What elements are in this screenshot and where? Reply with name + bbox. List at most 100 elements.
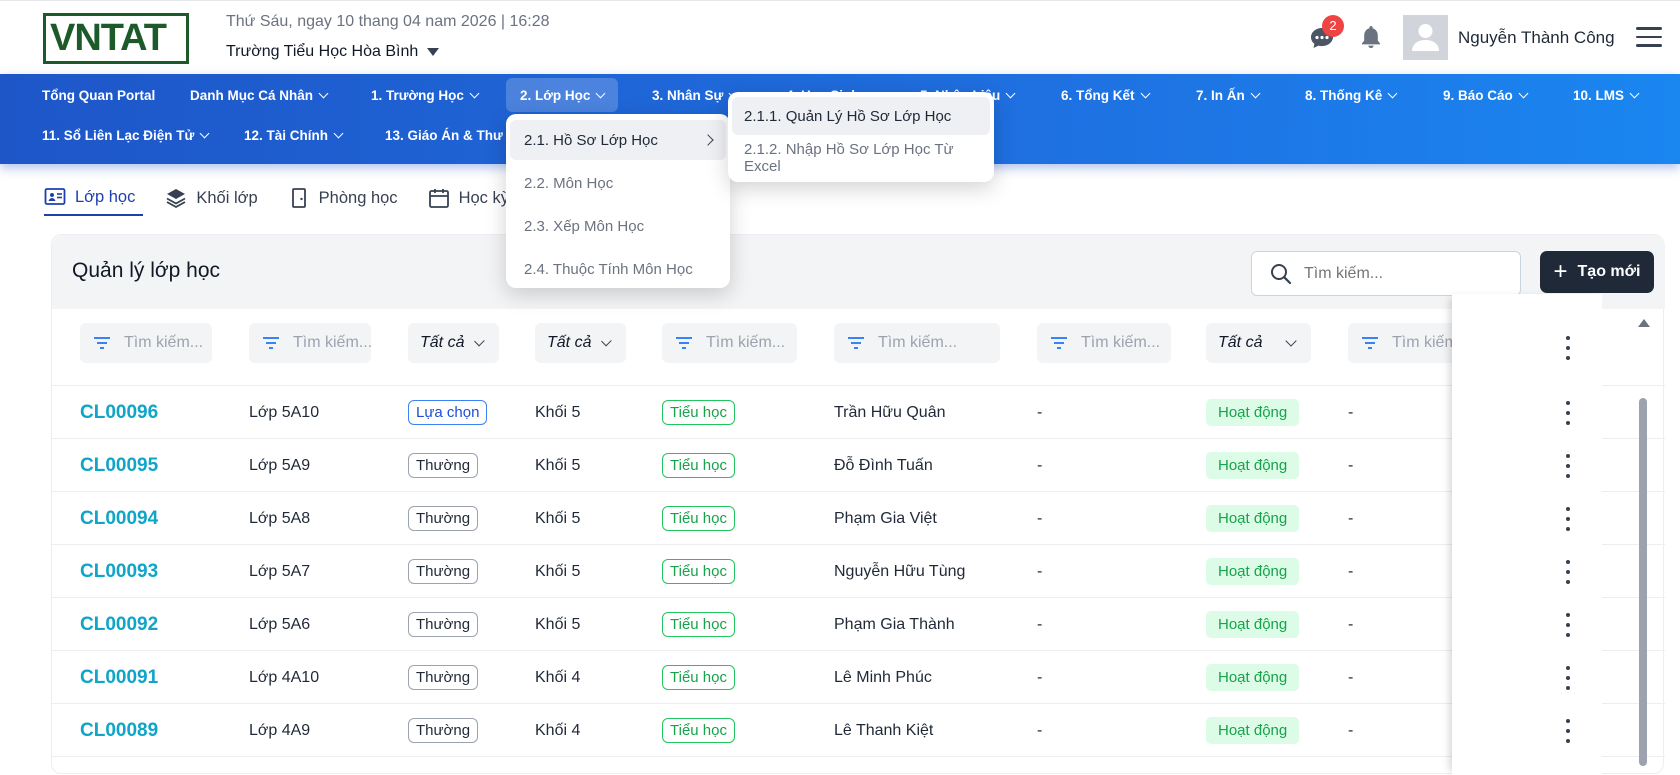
filter-icon (848, 337, 864, 349)
table-cell: Khối 5 (535, 439, 580, 492)
logo[interactable]: VNTAT (43, 13, 189, 64)
nav-item-print[interactable]: 7. In Ấn (1196, 83, 1261, 107)
nav-item-portal[interactable]: Tổng Quan Portal (42, 83, 155, 107)
cell-value: - (1348, 668, 1354, 686)
more-options-icon[interactable] (1563, 666, 1573, 690)
nav-item-school[interactable]: 1. Trường Học (371, 83, 480, 107)
submenu-item-manage-class-records[interactable]: 2.1.1. Quản Lý Hồ Sơ Lớp Học (732, 97, 990, 135)
table-cell: Lựa chọn (408, 386, 488, 439)
scroll-up-arrow-icon[interactable] (1638, 319, 1650, 327)
current-datetime: Thứ Sáu, ngay 10 thang 04 nam 2026 | 16:… (226, 13, 550, 30)
table-cell: Hoạt động (1206, 386, 1300, 439)
filter-placeholder: Tìm kiếm... (124, 334, 204, 351)
nav-item-contact-book[interactable]: 11. Sổ Liên Lạc Điện Tử (42, 123, 210, 147)
notification-count-badge: 2 (1322, 15, 1344, 37)
user-name[interactable]: Nguyễn Thành Công (1458, 28, 1615, 48)
class-grade: Khối 4 (535, 721, 581, 739)
filter-type-select[interactable]: Tất cả (408, 323, 499, 363)
more-options-icon[interactable] (1563, 507, 1573, 531)
tab-grades[interactable]: Khối lớp (165, 180, 265, 216)
tab-rooms[interactable]: Phòng học (288, 180, 406, 216)
tab-label: Khối lớp (196, 188, 258, 207)
filter-code[interactable]: Tìm kiếm... (80, 323, 212, 363)
nav-item-lms[interactable]: 10. LMS (1573, 83, 1640, 107)
table-row: CL00096 Lớp 5A10 Lựa chọn Khối 5 Tiểu học Trầ… (52, 386, 1665, 439)
table-row: CL00092 Lớp 5A6 Thường Khối 5 Tiểu học Phạm G… (52, 598, 1665, 651)
bell-icon[interactable] (1360, 25, 1382, 49)
filter-column-7[interactable]: Tìm kiếm... (1037, 323, 1171, 363)
filter-level[interactable]: Tìm kiếm... (662, 323, 797, 363)
class-type-badge: Thường (408, 612, 479, 637)
class-grade: Khối 5 (535, 562, 581, 580)
filter-teacher[interactable]: Tìm kiếm... (834, 323, 1000, 363)
table-row: CL00094 Lớp 5A8 Thường Khối 5 Tiểu học Phạm G… (52, 492, 1665, 545)
filter-status-select[interactable]: Tất cả (1206, 323, 1311, 363)
scrollbar-thumb[interactable] (1639, 398, 1647, 766)
hamburger-menu-icon[interactable] (1636, 27, 1662, 49)
nav-item-personal[interactable]: Danh Mục Cá Nhân (190, 83, 329, 107)
door-icon (291, 188, 306, 208)
nav-item-finance[interactable]: 12. Tài Chính (244, 123, 344, 147)
nav-item-reports[interactable]: 9. Báo Cáo (1443, 83, 1529, 107)
class-type-badge: Lựa chọn (408, 400, 488, 425)
more-options-icon[interactable] (1563, 454, 1573, 478)
search-box[interactable] (1251, 251, 1521, 296)
table-cell: - (1037, 386, 1042, 439)
filter-name[interactable]: Tìm kiếm... (249, 323, 371, 363)
table-cell: Tiểu học (662, 439, 735, 492)
nav-item-class[interactable]: 2. Lớp Học (506, 78, 619, 112)
table-cell: Lê Minh Phúc (834, 651, 932, 704)
submenu-item-import-class-records[interactable]: 2.1.2. Nhập Hồ Sơ Lớp Học Từ Excel (732, 139, 990, 177)
class-code-link[interactable]: CL00089 (80, 720, 158, 742)
filter-grade-select[interactable]: Tất cả (535, 323, 626, 363)
tab-classes[interactable]: Lớp học (44, 180, 144, 216)
nav-item-summary[interactable]: 6. Tổng Kết (1061, 83, 1150, 107)
class-code-link[interactable]: CL00094 (80, 508, 158, 530)
cell-value: - (1037, 668, 1043, 686)
filter-icon (676, 337, 692, 349)
more-options-icon[interactable] (1563, 719, 1573, 743)
submenu-item-subjects[interactable]: 2.2. Môn Học (510, 163, 726, 203)
more-options-icon[interactable] (1563, 613, 1573, 637)
more-options-icon[interactable] (1563, 401, 1573, 425)
table-cell: CL00094 (80, 492, 158, 545)
school-level-badge: Tiểu học (662, 559, 735, 584)
table-row: CL00093 Lớp 5A7 Thường Khối 5 Tiểu học Nguyễn… (52, 545, 1665, 598)
more-options-icon[interactable] (1563, 560, 1573, 584)
section-tabs: Lớp học Khối lớp Phòng học Học kỳ (44, 180, 517, 218)
filter-placeholder: Tìm kiếm... (706, 334, 786, 351)
class-code-link[interactable]: CL00096 (80, 402, 158, 424)
top-bar: VNTAT Thứ Sáu, ngay 10 thang 04 nam 2026… (0, 0, 1680, 74)
class-code-link[interactable]: CL00093 (80, 561, 158, 583)
submenu-item-subject-attributes[interactable]: 2.4. Thuộc Tính Môn Học (510, 249, 726, 289)
submenu-item-class-records[interactable]: 2.1. Hồ Sơ Lớp Học (510, 120, 726, 160)
table-cell: - (1348, 492, 1353, 545)
search-input[interactable] (1304, 264, 1504, 283)
table-cell: Trần Hữu Quân (834, 386, 946, 439)
status-badge: Hoạt động (1206, 399, 1300, 426)
avatar[interactable] (1403, 15, 1448, 60)
tab-label: Lớp học (75, 187, 136, 206)
submenu-item-arrange-subjects[interactable]: 2.3. Xếp Môn Học (510, 206, 726, 246)
nav-item-statistics[interactable]: 8. Thống Kê (1305, 83, 1398, 107)
tab-semesters[interactable]: Học kỳ (428, 180, 517, 216)
more-options-icon[interactable] (1563, 336, 1573, 360)
class-management-card: Quản lý lớp học + Tạo mới Tìm kiếm... Tì… (51, 234, 1665, 775)
status-badge: Hoạt động (1206, 558, 1300, 585)
filter-value: Tất cả (547, 334, 592, 351)
table-cell: Thường (408, 704, 479, 757)
tab-label: Phòng học (318, 188, 398, 207)
user-icon (1412, 24, 1439, 51)
class-code-link[interactable]: CL00091 (80, 667, 158, 689)
class-grade: Khối 5 (535, 403, 581, 421)
nav-item-staff[interactable]: 3. Nhân Sự (652, 83, 739, 107)
create-button[interactable]: + Tạo mới (1540, 251, 1654, 293)
filter-placeholder: Tìm kiếm... (878, 334, 958, 351)
class-code-link[interactable]: CL00092 (80, 614, 158, 636)
school-level-badge: Tiểu học (662, 506, 735, 531)
table-cell: Lớp 4A10 (249, 651, 319, 704)
school-selector[interactable]: Trường Tiểu Học Hòa Bình (226, 43, 440, 61)
table-cell: - (1348, 386, 1353, 439)
class-code-link[interactable]: CL00095 (80, 455, 158, 477)
school-level-badge: Tiểu học (662, 718, 735, 743)
